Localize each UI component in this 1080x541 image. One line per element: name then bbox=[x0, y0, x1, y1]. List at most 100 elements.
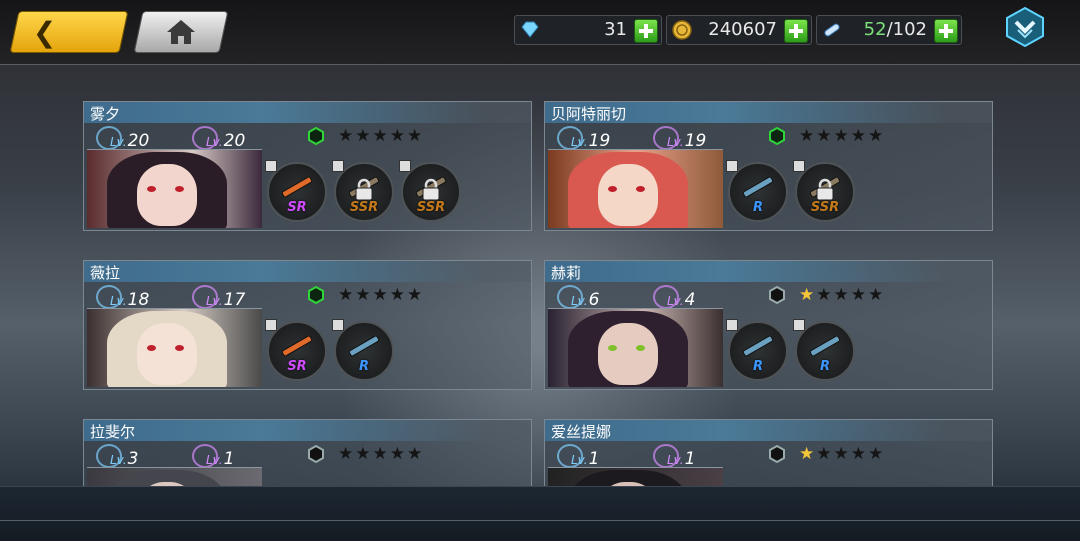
character-card[interactable]: 爱丝提娜 Lv.1 Lv.1 ★★★★★ bbox=[544, 419, 993, 487]
level-ring-icon bbox=[192, 126, 218, 150]
add-stamina-button[interactable] bbox=[934, 19, 958, 43]
star-icon: ★ bbox=[338, 285, 356, 305]
equip-corner-icon bbox=[793, 160, 805, 172]
equip-corner-icon bbox=[265, 319, 277, 331]
level-ring-icon bbox=[653, 444, 679, 468]
weapon-level: Lv.17 bbox=[192, 285, 245, 310]
star-rating: ★★★★★ bbox=[799, 285, 885, 305]
equip-corner-icon bbox=[793, 319, 805, 331]
add-diamond-button[interactable] bbox=[634, 19, 658, 43]
stamina-count: 52/102 bbox=[863, 19, 927, 40]
add-coin-button[interactable] bbox=[784, 19, 808, 43]
equipment-slot[interactable]: SSR bbox=[793, 160, 855, 222]
character-level: Lv.18 bbox=[96, 285, 149, 310]
equipment-slot[interactable]: R bbox=[793, 319, 855, 381]
character-portrait bbox=[548, 467, 723, 487]
equipment-slot[interactable]: SSR bbox=[399, 160, 461, 222]
weapon-level: Lv.20 bbox=[192, 126, 245, 151]
weapon-icon bbox=[281, 176, 313, 198]
equipment-slot[interactable]: SSR bbox=[332, 160, 394, 222]
star-icon: ★ bbox=[389, 126, 407, 146]
star-icon: ★ bbox=[407, 444, 425, 464]
hexagon-icon bbox=[308, 286, 324, 304]
hexagon-icon bbox=[769, 127, 785, 145]
name-bar: 拉斐尔 bbox=[84, 420, 531, 441]
character-name: 赫莉 bbox=[551, 264, 582, 282]
lock-icon bbox=[355, 178, 373, 201]
star-icon: ★ bbox=[868, 285, 886, 305]
rank-label: SR bbox=[287, 359, 307, 374]
stamina-counter: 52/102 bbox=[816, 15, 962, 45]
character-card[interactable]: 贝阿特丽切 Lv.19 Lv.19 ★★★★★ R SSR bbox=[544, 101, 993, 231]
rank-label: SSR bbox=[349, 200, 379, 215]
coin-counter: 240607 bbox=[666, 15, 812, 45]
level-ring-icon bbox=[192, 444, 218, 468]
character-name: 贝阿特丽切 bbox=[551, 105, 627, 123]
star-icon: ★ bbox=[868, 444, 886, 464]
level-value: 19 bbox=[588, 131, 611, 151]
star-icon: ★ bbox=[799, 285, 817, 305]
star-icon: ★ bbox=[355, 285, 373, 305]
level-ring-icon bbox=[653, 126, 679, 150]
equipment-slot[interactable]: R bbox=[332, 319, 394, 381]
equipment-slot[interactable]: SR bbox=[265, 319, 327, 381]
character-name: 爱丝提娜 bbox=[551, 423, 612, 441]
level-value: 19 bbox=[684, 131, 707, 151]
rank-label: R bbox=[819, 359, 830, 374]
chevron-left-icon: ❮ bbox=[32, 16, 57, 49]
character-name: 雾夕 bbox=[90, 105, 121, 123]
character-level: Lv.3 bbox=[96, 444, 138, 469]
character-portrait bbox=[548, 308, 723, 387]
level-value: 18 bbox=[127, 290, 150, 310]
star-rating: ★★★★★ bbox=[799, 126, 885, 146]
character-name: 拉斐尔 bbox=[90, 423, 136, 441]
character-card[interactable]: 赫莉 Lv.6 Lv.4 ★★★★★ R R bbox=[544, 260, 993, 390]
coin-icon bbox=[672, 20, 692, 40]
star-icon: ★ bbox=[816, 285, 834, 305]
menu-toggle-button[interactable] bbox=[1004, 6, 1046, 48]
star-icon: ★ bbox=[868, 126, 886, 146]
character-level: Lv.6 bbox=[557, 285, 599, 310]
diamond-counter: 31 bbox=[514, 15, 662, 45]
rank-label: SR bbox=[287, 200, 307, 215]
star-icon: ★ bbox=[833, 285, 851, 305]
level-value: 4 bbox=[684, 290, 696, 310]
character-card[interactable]: 薇拉 Lv.18 Lv.17 ★★★★★ SR R bbox=[83, 260, 532, 390]
star-icon: ★ bbox=[407, 126, 425, 146]
level-ring-icon bbox=[96, 126, 122, 150]
rank-label: R bbox=[752, 359, 763, 374]
star-icon: ★ bbox=[850, 285, 868, 305]
character-level: Lv.19 bbox=[557, 126, 610, 151]
star-icon: ★ bbox=[372, 444, 390, 464]
equipment-slot[interactable]: R bbox=[726, 319, 788, 381]
level-value: 1 bbox=[223, 449, 235, 469]
chevron-down-icon bbox=[1006, 6, 1044, 48]
star-icon: ★ bbox=[833, 126, 851, 146]
name-bar: 爱丝提娜 bbox=[545, 420, 992, 441]
diamond-icon bbox=[521, 21, 539, 38]
character-card[interactable]: 雾夕 Lv.20 Lv.20 ★★★★★ SR SSR SSR bbox=[83, 101, 532, 231]
rank-label: SSR bbox=[810, 200, 840, 215]
hexagon-icon bbox=[769, 286, 785, 304]
equipment-slot[interactable]: R bbox=[726, 160, 788, 222]
star-icon: ★ bbox=[850, 444, 868, 464]
star-rating: ★★★★★ bbox=[338, 126, 424, 146]
equip-corner-icon bbox=[726, 319, 738, 331]
back-button[interactable]: ❮ bbox=[9, 11, 129, 53]
character-level: Lv.1 bbox=[557, 444, 599, 469]
top-bar: ❮ 31 240607 52/102 bbox=[0, 0, 1080, 65]
equip-corner-icon bbox=[399, 160, 411, 172]
weapon-icon bbox=[742, 176, 774, 198]
star-rating: ★★★★★ bbox=[799, 444, 885, 464]
weapon-level: Lv.4 bbox=[653, 285, 695, 310]
star-icon: ★ bbox=[799, 126, 817, 146]
level-value: 20 bbox=[127, 131, 150, 151]
home-button[interactable] bbox=[133, 11, 229, 53]
star-icon: ★ bbox=[407, 285, 425, 305]
character-card[interactable]: 拉斐尔 Lv.3 Lv.1 ★★★★★ bbox=[83, 419, 532, 487]
character-level: Lv.20 bbox=[96, 126, 149, 151]
bottom-fade bbox=[0, 486, 1080, 541]
level-ring-icon bbox=[653, 285, 679, 309]
star-icon: ★ bbox=[799, 444, 817, 464]
equipment-slot[interactable]: SR bbox=[265, 160, 327, 222]
